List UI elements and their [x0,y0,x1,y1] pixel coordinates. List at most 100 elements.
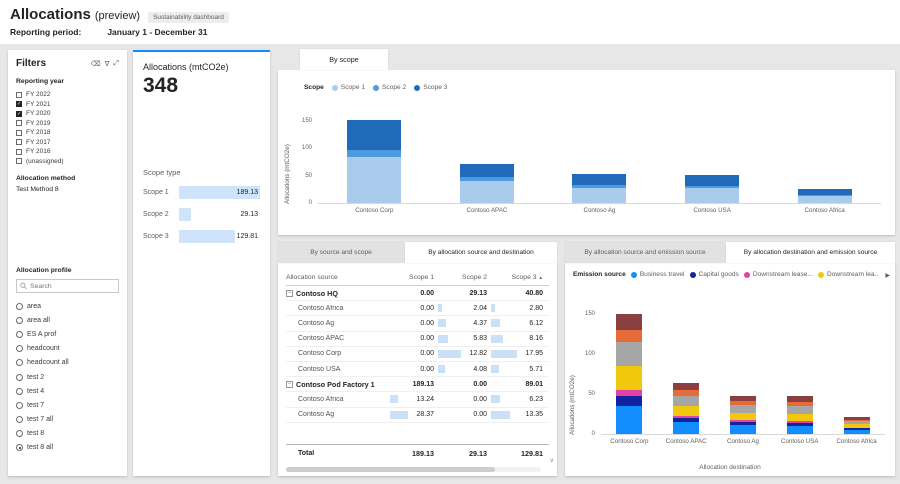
total-scope-1: 189.13 [412,449,436,458]
legend-item[interactable]: Business travel [631,271,685,278]
filter-year-option[interactable]: FY 2017 [16,138,119,148]
bar-contoso-africa[interactable] [844,417,870,434]
radio-icon[interactable] [16,388,23,395]
legend-item[interactable]: Downstream lea... [818,271,879,278]
table-row[interactable]: −Contoso Pod Factory 1189.130.0089.01 [286,377,549,392]
checkbox-icon[interactable] [16,158,22,164]
table-row[interactable]: Contoso Corp0.0012.8217.95 [286,347,549,362]
filter-year-option[interactable]: FY 2019 [16,119,119,129]
allocation-profile-option[interactable]: test 8 [16,427,119,441]
table-row[interactable]: Contoso Ag0.004.376.12 [286,316,549,331]
table-row[interactable]: Contoso APAC0.005.838.16 [286,332,549,347]
checkbox-icon[interactable] [16,139,22,145]
tab-by-source-and-scope[interactable]: By source and scope [278,242,404,263]
allocation-profile-option[interactable]: test 8 all [16,441,119,455]
bar-contoso-apac[interactable] [673,383,699,434]
legend-item[interactable]: Scope 3 [414,84,447,91]
expand-icon[interactable]: ⤢ [113,60,119,68]
bar-contoso-usa[interactable] [787,396,813,434]
filter-year-option[interactable]: (unassigned) [16,157,119,167]
radio-icon[interactable] [16,317,23,324]
filter-year-option[interactable]: FY 2016 [16,147,119,157]
profile-option-label: area all [27,317,50,324]
filter-icon[interactable]: ∇ [105,60,110,68]
checkbox-icon[interactable] [16,120,22,126]
allocation-profile-option[interactable]: ES A prof [16,327,119,341]
legend-item-label: Scope 1 [341,84,365,91]
allocation-profile-option[interactable]: area all [16,313,119,327]
bar-contoso-usa[interactable] [685,175,739,203]
radio-icon[interactable] [16,331,23,338]
bar-segment [616,396,642,406]
profile-option-label: area [27,303,41,310]
bar-contoso-corp[interactable] [616,314,642,434]
filter-year-option[interactable]: ✓FY 2021 [16,100,119,110]
bar-contoso-corp[interactable] [347,120,401,203]
checkbox-icon[interactable] [16,92,22,98]
checkbox-icon[interactable] [16,149,22,155]
table-row[interactable]: Contoso Ag28.370.0013.35 [286,408,549,423]
allocation-profile-option[interactable]: headcount [16,342,119,356]
radio-icon[interactable] [16,303,23,310]
cell-value: 89.01 [521,381,545,388]
scrollbar-thumb[interactable] [286,467,495,472]
collapse-icon[interactable]: − [286,290,293,297]
row-label: Contoso Ag [298,411,334,418]
bar-segment [730,405,756,413]
tab-by-scope[interactable]: By scope [300,49,388,70]
allocation-profile-option[interactable]: test 7 all [16,413,119,427]
radio-icon[interactable] [16,374,23,381]
filter-option-label: FY 2020 [26,110,50,117]
bar-contoso-ag[interactable] [572,174,626,203]
x-category-label: Contoso Africa [828,438,885,445]
checkbox-icon[interactable] [16,130,22,136]
radio-icon[interactable] [16,345,23,352]
radio-icon[interactable] [16,444,23,451]
filter-year-option[interactable]: ✓ FY 2020 [16,109,119,119]
column-scope-2[interactable]: Scope 2 [436,274,489,281]
legend-item[interactable]: Downstream lease... [744,271,813,278]
checkbox-icon[interactable]: ✓ [16,101,22,107]
allocation-profile-option[interactable]: test 7 [16,398,119,412]
legend-item[interactable]: Scope 1 [332,84,365,91]
tab-by-allocation-source-and-emission-source[interactable]: By allocation source and emission source [565,242,725,263]
allocation-profile-option[interactable]: headcount all [16,356,119,370]
radio-icon[interactable] [16,402,23,409]
filter-year-option[interactable]: FY 2022 [16,90,119,100]
checkbox-icon[interactable]: ✓ [16,111,22,117]
eraser-icon[interactable]: ⌫ [91,60,101,68]
column-scope-3[interactable]: Scope 3▲ [489,274,545,281]
legend-item[interactable]: Scope 2 [373,84,406,91]
table-row[interactable]: Contoso Africa0.002.042.80 [286,301,549,316]
collapse-icon[interactable]: − [286,381,293,388]
bar-contoso-africa[interactable] [798,189,852,203]
table-row[interactable]: Contoso Africa13.240.006.23 [286,392,549,407]
bar-contoso-apac[interactable] [460,164,514,203]
legend-next-icon[interactable]: ▶ [885,272,890,279]
data-bar [390,395,398,403]
filter-year-option[interactable]: FY 2018 [16,128,119,138]
radio-icon[interactable] [16,416,23,423]
title-row: Allocations (preview) Sustainability das… [0,0,900,23]
search-input[interactable] [30,283,115,290]
profile-option-label: test 4 [27,388,44,395]
allocation-profile-option[interactable]: test 4 [16,384,119,398]
data-bar [390,411,408,419]
allocation-profile-option[interactable]: test 2 [16,370,119,384]
table-row[interactable]: −Contoso HQ0.0029.1340.80 [286,286,549,301]
bar-contoso-ag[interactable] [730,396,756,434]
x-category-label: Contoso USA [656,207,769,214]
tab-by-allocation-source-and-destination[interactable]: By allocation source and destination [405,242,557,263]
scroll-down-icon[interactable]: ∨ [550,457,554,464]
horizontal-scrollbar[interactable] [286,467,541,472]
radio-icon[interactable] [16,430,23,437]
tab-by-allocation-destination-and-emission-source[interactable]: By allocation destination and emission s… [726,242,895,263]
radio-icon[interactable] [16,359,23,366]
table-row[interactable]: Contoso USA0.004.085.71 [286,362,549,377]
allocation-profile-option[interactable]: area [16,299,119,313]
data-bar [438,335,448,343]
column-scope-1[interactable]: Scope 1 [388,274,436,281]
legend-item[interactable]: Capital goods [690,271,739,278]
profile-search[interactable] [16,279,119,293]
column-allocation-source[interactable]: Allocation source [286,274,388,281]
